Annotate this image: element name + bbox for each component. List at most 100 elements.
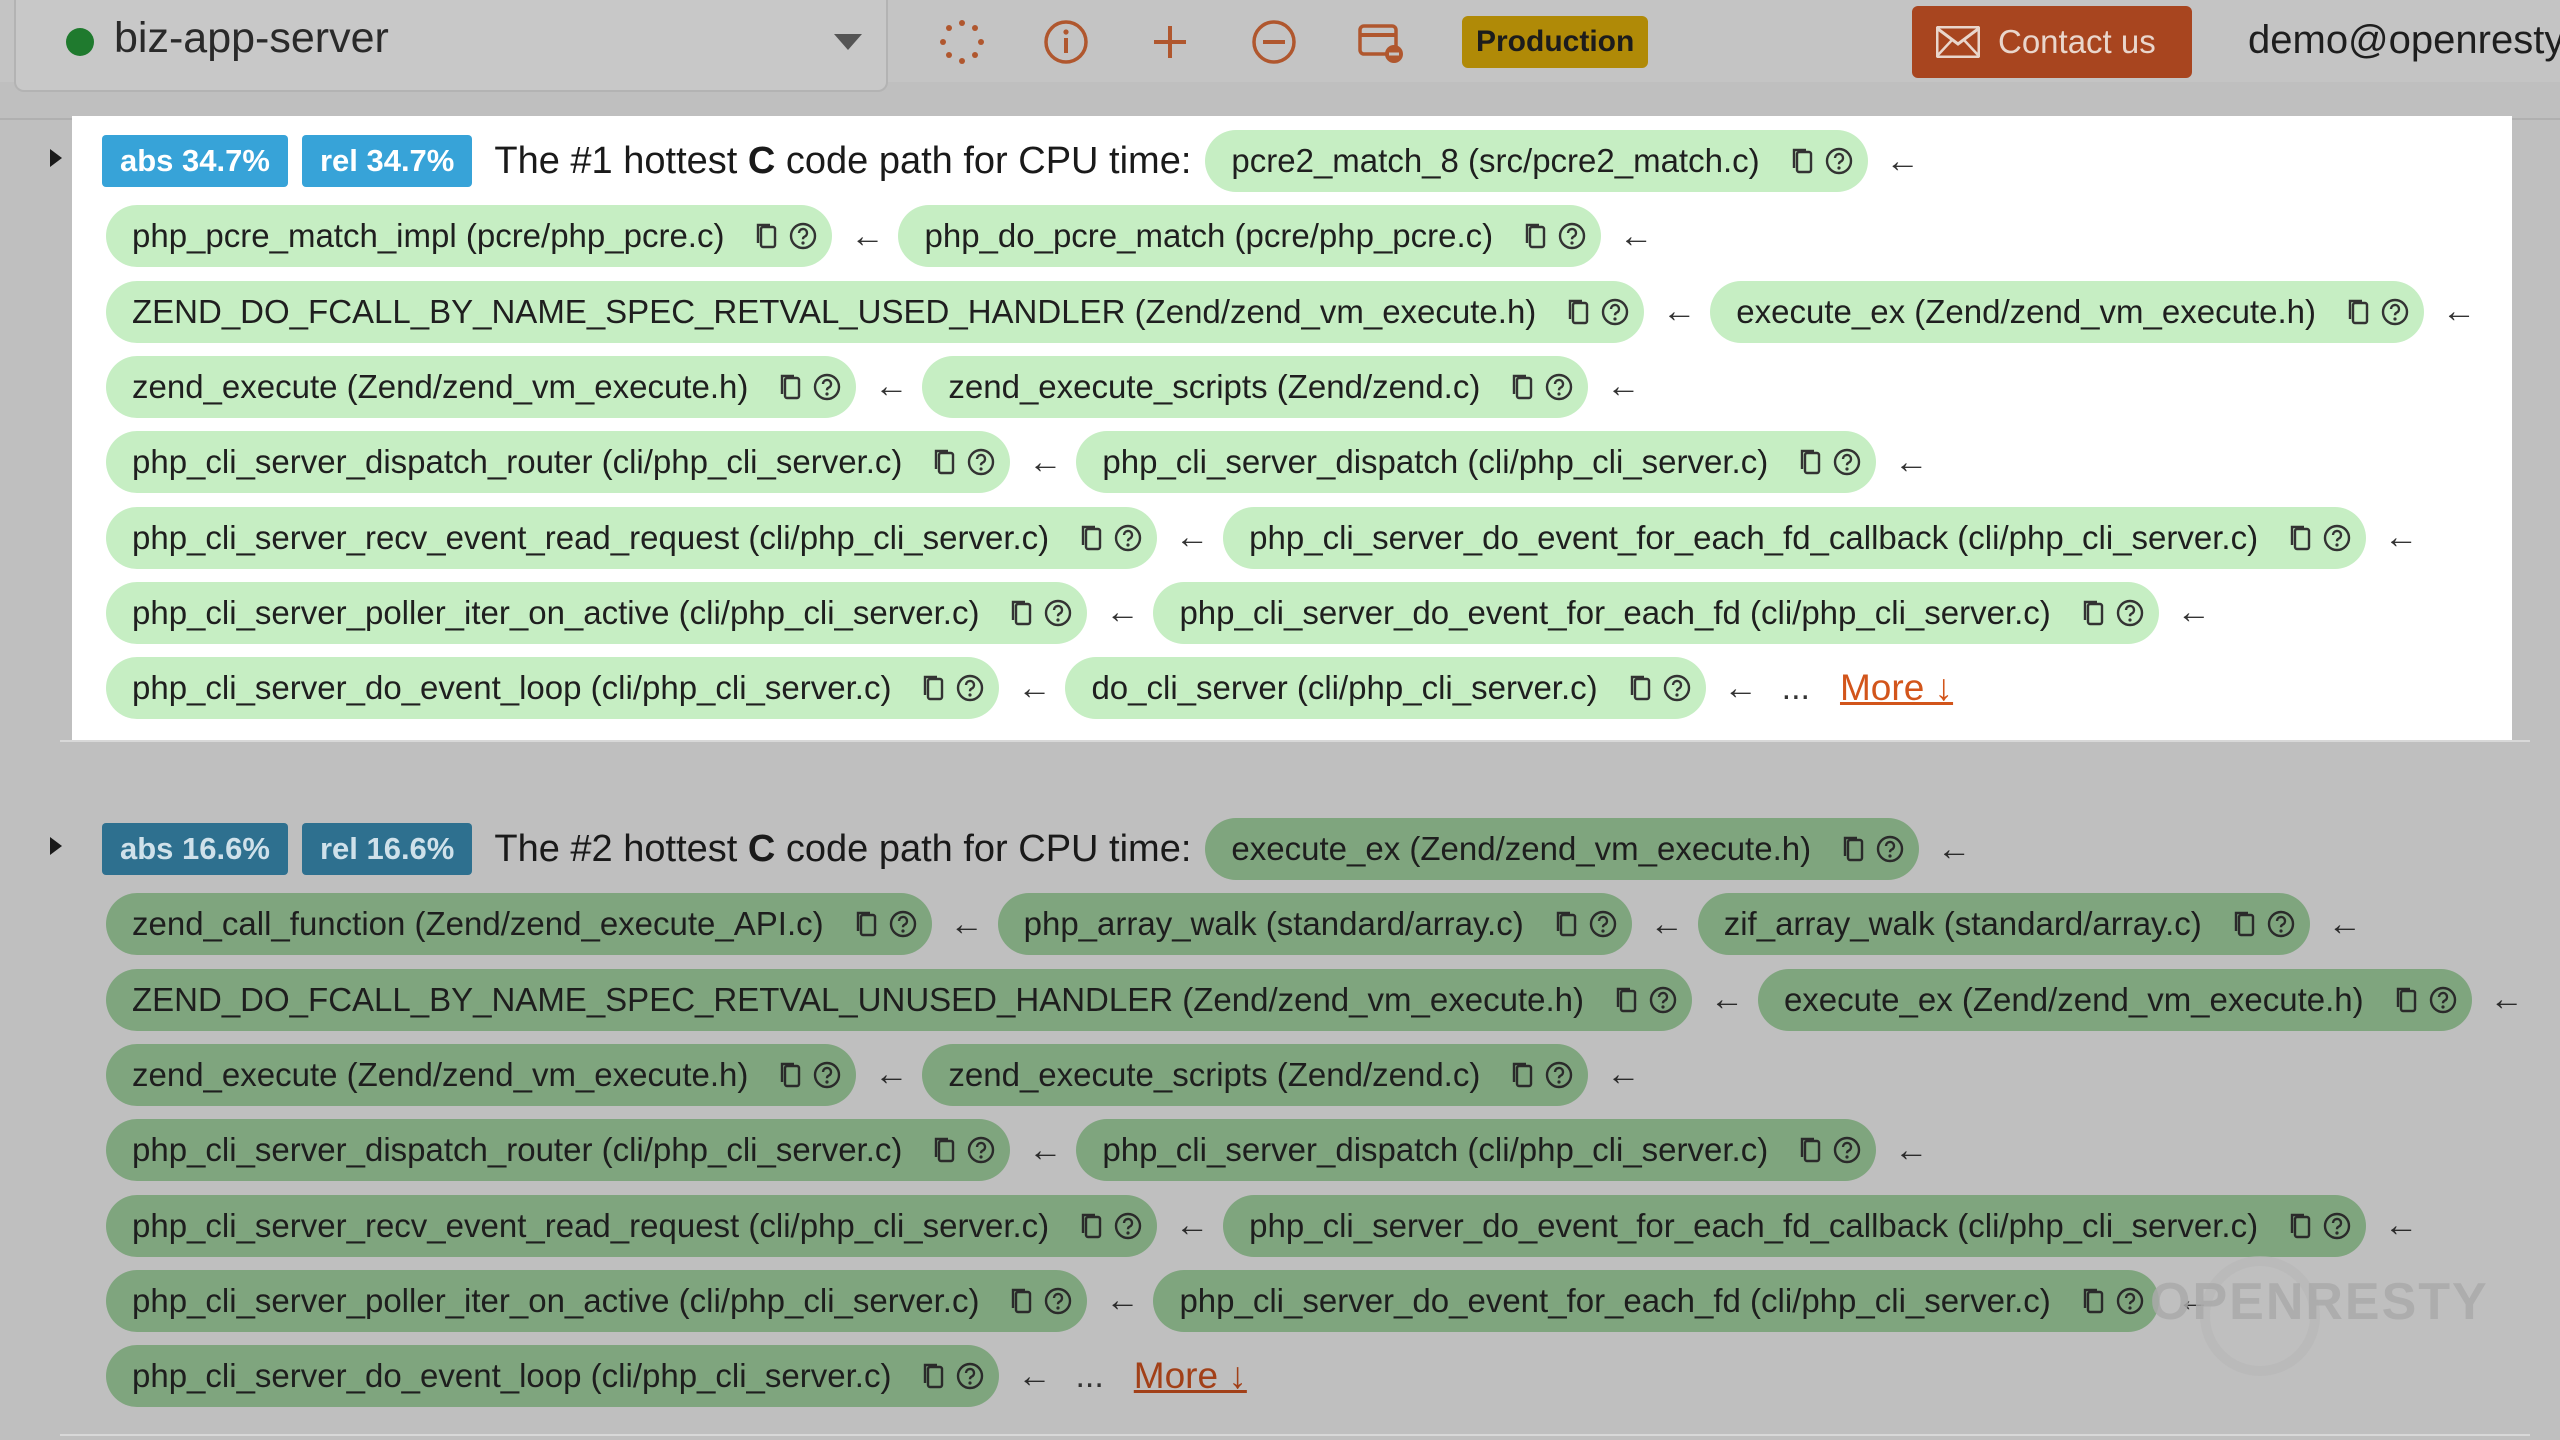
help-icon[interactable] bbox=[1832, 447, 1862, 477]
copy-icon[interactable] bbox=[1788, 146, 1818, 176]
stack-frame-pill[interactable]: php_cli_server_poller_iter_on_active (cl… bbox=[106, 581, 1088, 644]
expand-caret-icon[interactable] bbox=[50, 837, 62, 855]
copy-icon[interactable] bbox=[2079, 598, 2109, 628]
expand-caret-icon[interactable] bbox=[50, 149, 62, 167]
contact-us-button[interactable]: Contact us bbox=[1912, 6, 2192, 78]
copy-icon[interactable] bbox=[1508, 372, 1538, 402]
copy-icon[interactable] bbox=[1007, 598, 1037, 628]
copy-icon[interactable] bbox=[1564, 297, 1594, 327]
stack-frame-pill[interactable]: zend_execute_scripts (Zend/zend.c) bbox=[922, 355, 1589, 418]
help-icon[interactable] bbox=[2322, 1211, 2352, 1241]
stack-frame-pill[interactable]: php_cli_server_dispatch (cli/php_cli_ser… bbox=[1076, 431, 1877, 494]
stack-frame-pill[interactable]: php_do_pcre_match (pcre/php_pcre.c) bbox=[898, 205, 1602, 268]
help-icon[interactable] bbox=[1043, 598, 1073, 628]
copy-icon[interactable] bbox=[1521, 221, 1551, 251]
stack-frame-pill[interactable]: php_cli_server_recv_event_read_request (… bbox=[106, 506, 1158, 569]
stack-frame-pill[interactable]: php_cli_server_do_event_for_each_fd (cli… bbox=[1153, 1269, 2159, 1332]
more-link[interactable]: More ↓ bbox=[1840, 667, 1953, 709]
help-icon[interactable] bbox=[1875, 834, 1905, 864]
stack-frame-pill[interactable]: php_array_walk (standard/array.c) bbox=[997, 893, 1632, 956]
help-icon[interactable] bbox=[1824, 146, 1854, 176]
stack-frame-pill[interactable]: php_cli_server_do_event_for_each_fd (cli… bbox=[1153, 581, 2159, 644]
help-icon[interactable] bbox=[955, 673, 985, 703]
help-icon[interactable] bbox=[812, 1060, 842, 1090]
copy-icon[interactable] bbox=[2344, 297, 2374, 327]
copy-icon[interactable] bbox=[1612, 985, 1642, 1015]
stack-frame-pill[interactable]: php_cli_server_dispatch_router (cli/php_… bbox=[106, 1119, 1011, 1182]
server-selector[interactable]: biz-app-server bbox=[14, 0, 888, 92]
stack-frame-pill[interactable]: execute_ex (Zend/zend_vm_execute.h) bbox=[1710, 280, 2424, 343]
spinner-icon[interactable] bbox=[938, 18, 986, 66]
stack-frame-pill[interactable]: zend_execute (Zend/zend_vm_execute.h) bbox=[106, 355, 857, 418]
stack-frame-pill[interactable]: php_cli_server_dispatch_router (cli/php_… bbox=[106, 431, 1011, 494]
help-icon[interactable] bbox=[1544, 1060, 1574, 1090]
copy-icon[interactable] bbox=[752, 221, 782, 251]
help-icon[interactable] bbox=[2115, 598, 2145, 628]
chevron-down-icon[interactable] bbox=[834, 34, 862, 50]
help-icon[interactable] bbox=[1557, 221, 1587, 251]
user-email[interactable]: demo@openresty bbox=[2248, 18, 2560, 63]
copy-icon[interactable] bbox=[852, 909, 882, 939]
help-icon[interactable] bbox=[2322, 523, 2352, 553]
stack-frame-pill[interactable]: php_cli_server_do_event_for_each_fd_call… bbox=[1223, 1194, 2367, 1257]
help-icon[interactable] bbox=[966, 447, 996, 477]
stack-frame-pill[interactable]: do_cli_server (cli/php_cli_server.c) bbox=[1065, 657, 1706, 720]
stack-frame-pill[interactable]: php_cli_server_do_event_for_each_fd_call… bbox=[1223, 506, 2367, 569]
stack-frame-pill[interactable]: php_cli_server_do_event_loop (cli/php_cl… bbox=[106, 657, 1000, 720]
help-icon[interactable] bbox=[955, 1361, 985, 1391]
stack-frame-pill[interactable]: php_pcre_match_impl (pcre/php_pcre.c) bbox=[106, 205, 833, 268]
stack-frame-pill[interactable]: ZEND_DO_FCALL_BY_NAME_SPEC_RETVAL_UNUSED… bbox=[106, 968, 1692, 1031]
stack-frame-pill[interactable]: ZEND_DO_FCALL_BY_NAME_SPEC_RETVAL_USED_H… bbox=[106, 280, 1645, 343]
help-icon[interactable] bbox=[2428, 985, 2458, 1015]
copy-icon[interactable] bbox=[2286, 1211, 2316, 1241]
help-icon[interactable] bbox=[788, 221, 818, 251]
help-icon[interactable] bbox=[1648, 985, 1678, 1015]
copy-icon[interactable] bbox=[1626, 673, 1656, 703]
info-icon[interactable] bbox=[1042, 18, 1090, 66]
copy-icon[interactable] bbox=[2079, 1286, 2109, 1316]
copy-icon[interactable] bbox=[930, 1135, 960, 1165]
stack-frame-pill[interactable]: php_cli_server_recv_event_read_request (… bbox=[106, 1194, 1158, 1257]
help-icon[interactable] bbox=[1113, 523, 1143, 553]
help-icon[interactable] bbox=[1600, 297, 1630, 327]
help-icon[interactable] bbox=[1043, 1286, 1073, 1316]
stack-frame-pill[interactable]: zif_array_walk (standard/array.c) bbox=[1697, 893, 2310, 956]
copy-icon[interactable] bbox=[1839, 834, 1869, 864]
stack-frame-pill[interactable]: zend_execute_scripts (Zend/zend.c) bbox=[922, 1043, 1589, 1106]
help-icon[interactable] bbox=[1662, 673, 1692, 703]
copy-icon[interactable] bbox=[1007, 1286, 1037, 1316]
stack-frame-pill[interactable]: execute_ex (Zend/zend_vm_execute.h) bbox=[1205, 818, 1920, 880]
copy-icon[interactable] bbox=[919, 673, 949, 703]
stack-frame-pill[interactable]: zend_execute (Zend/zend_vm_execute.h) bbox=[106, 1043, 857, 1106]
copy-icon[interactable] bbox=[2392, 985, 2422, 1015]
help-icon[interactable] bbox=[2115, 1286, 2145, 1316]
stack-frame-pill[interactable]: php_cli_server_poller_iter_on_active (cl… bbox=[106, 1269, 1088, 1332]
copy-icon[interactable] bbox=[1077, 523, 1107, 553]
stack-frame-pill[interactable]: zend_call_function (Zend/zend_execute_AP… bbox=[106, 893, 932, 956]
card-remove-icon[interactable] bbox=[1356, 18, 1404, 66]
help-icon[interactable] bbox=[1588, 909, 1618, 939]
copy-icon[interactable] bbox=[1077, 1211, 1107, 1241]
copy-icon[interactable] bbox=[1508, 1060, 1538, 1090]
help-icon[interactable] bbox=[1832, 1135, 1862, 1165]
copy-icon[interactable] bbox=[919, 1361, 949, 1391]
copy-icon[interactable] bbox=[930, 447, 960, 477]
copy-icon[interactable] bbox=[1552, 909, 1582, 939]
help-icon[interactable] bbox=[2380, 297, 2410, 327]
copy-icon[interactable] bbox=[2230, 909, 2260, 939]
help-icon[interactable] bbox=[2266, 909, 2296, 939]
minus-circle-icon[interactable] bbox=[1250, 18, 1298, 66]
copy-icon[interactable] bbox=[2286, 523, 2316, 553]
copy-icon[interactable] bbox=[1796, 447, 1826, 477]
copy-icon[interactable] bbox=[776, 1060, 806, 1090]
help-icon[interactable] bbox=[1544, 372, 1574, 402]
copy-icon[interactable] bbox=[776, 372, 806, 402]
help-icon[interactable] bbox=[1113, 1211, 1143, 1241]
help-icon[interactable] bbox=[966, 1135, 996, 1165]
help-icon[interactable] bbox=[812, 372, 842, 402]
stack-frame-pill[interactable]: execute_ex (Zend/zend_vm_execute.h) bbox=[1757, 968, 2472, 1031]
stack-frame-pill[interactable]: pcre2_match_8 (src/pcre2_match.c) bbox=[1205, 130, 1868, 192]
stack-frame-pill[interactable]: php_cli_server_do_event_loop (cli/php_cl… bbox=[106, 1345, 1000, 1408]
stack-frame-pill[interactable]: php_cli_server_dispatch (cli/php_cli_ser… bbox=[1076, 1119, 1877, 1182]
plus-icon[interactable] bbox=[1146, 18, 1194, 66]
